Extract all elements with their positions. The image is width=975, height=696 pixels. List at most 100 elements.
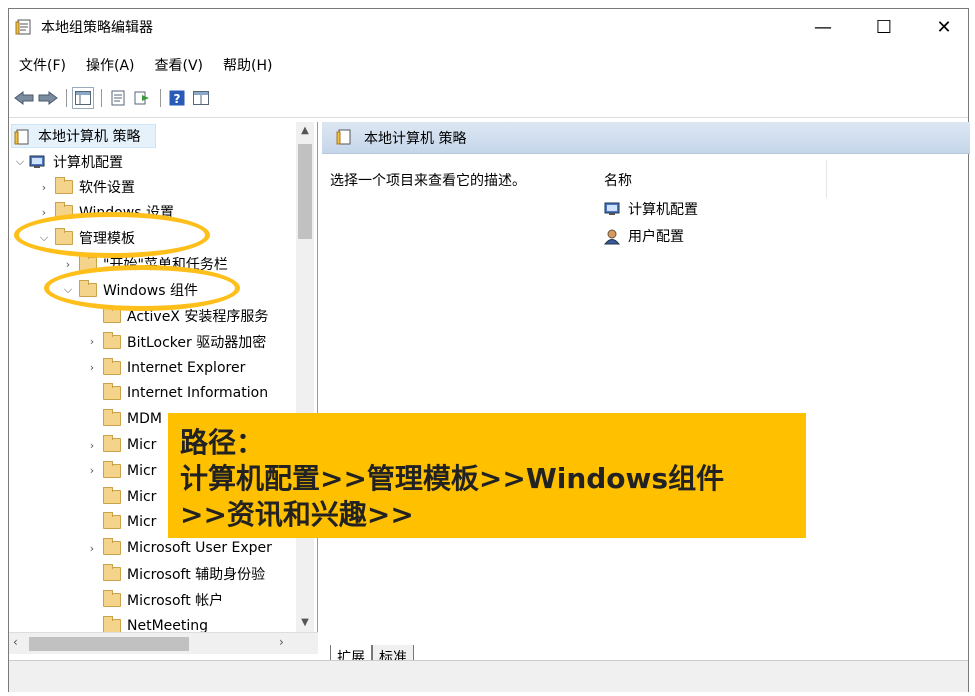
status-bar [9,660,968,692]
scroll-thumb[interactable] [298,144,312,239]
filter-view-icon[interactable] [190,87,212,109]
chevron-down-icon[interactable]: ⌵ [13,155,27,169]
tree-item-component[interactable]: MDM [85,407,162,431]
gpedit-window: 本地组策略编辑器 — ☐ ✕ 文件(F) 操作(A) 查看(V) 帮助(H) ?… [8,8,970,692]
menu-view[interactable]: 查看(V) [145,55,214,75]
callout-line: >>资讯和兴趣>> [180,498,414,531]
tree-label: Microsoft User Exper [127,540,272,557]
list-item-user-config[interactable]: 用户配置 [603,225,684,247]
description-text: 选择一个项目来查看它的描述。 [330,173,526,189]
tree-label: 本地计算机 策略 [38,129,141,145]
toolbar-separator [160,89,161,107]
tree-label: Micr [127,488,157,505]
tree-label: Internet Information [127,385,269,402]
menu-file[interactable]: 文件(F) [9,55,76,75]
tree-vertical-scrollbar[interactable]: ▲ ▼ [296,122,314,632]
help-icon[interactable]: ? [166,87,188,109]
minimize-button[interactable]: — [800,9,846,45]
folder-icon [103,538,121,556]
highlight-ellipse-admin-templates [14,212,210,258]
tree-item-component[interactable]: › Micr [85,433,156,457]
folder-icon [103,409,121,427]
folder-icon [103,383,121,401]
tree-item-component[interactable]: NetMeeting [85,614,208,632]
callout-line: 计算机配置>>管理模板>>Windows组件 [180,462,725,495]
folder-icon [103,486,121,504]
svg-text:?: ? [174,92,181,106]
chevron-right-icon[interactable]: › [85,542,99,555]
tree-item-component[interactable]: Internet Information [85,381,268,405]
toolbar-divider [9,117,968,118]
back-arrow-icon[interactable] [13,87,35,109]
folder-icon [103,564,121,581]
chevron-right-icon[interactable]: › [85,439,99,452]
scroll-right-icon[interactable]: › [279,635,284,649]
tree-pane: 本地计算机 策略 ⌵ 计算机配置 › 软件设置 › Windows 设置 ⌵ 管… [9,122,318,632]
list-item-label: 用户配置 [628,229,684,245]
tree-item-component[interactable]: Micr [85,485,156,509]
export-list-icon[interactable] [131,87,153,109]
tree-item-component[interactable]: › Microsoft User Exper [85,536,272,560]
tree-item-software-settings[interactable]: › 软件设置 [37,175,135,199]
folder-icon [103,460,121,478]
scroll-down-icon[interactable]: ▼ [296,614,314,632]
tree-label: NetMeeting [127,617,209,632]
tree-item-component[interactable]: › Micr [85,459,156,483]
properties-icon[interactable] [107,87,129,109]
tree-item-component[interactable]: Microsoft 帐户 [85,588,223,612]
folder-icon [55,177,73,194]
scroll-left-icon[interactable]: ‹ [13,635,18,649]
user-icon [603,229,622,245]
folder-icon [103,615,121,632]
toolbar: ? [9,85,214,111]
tree-label: Micr [127,514,157,531]
folder-icon [103,435,121,452]
tree-label: Internet Explorer [127,359,246,376]
chevron-right-icon[interactable]: › [61,258,75,271]
tree-label: BitLocker 驱动器加密 [127,334,267,351]
list-item-label: 计算机配置 [628,202,698,218]
tree-label: 软件设置 [79,180,135,196]
folder-icon [103,589,121,607]
tree-label: Microsoft 辅助身份验 [127,567,266,583]
tree-item-component[interactable]: Micr [85,510,156,534]
column-divider[interactable] [826,160,827,198]
tree-horizontal-scrollbar[interactable]: ‹ › [9,632,318,654]
list-item-computer-config[interactable]: 计算机配置 [604,198,698,220]
tree-root-local-policy[interactable]: 本地计算机 策略 [11,124,156,148]
tree-label: Micr [127,437,157,453]
chevron-right-icon[interactable]: › [37,181,51,194]
tree-item-component[interactable]: › BitLocker 驱动器加密 [85,330,266,354]
column-header-name[interactable]: 名称 [604,170,632,190]
highlight-ellipse-windows-components [44,265,240,311]
tree-item-computer-config[interactable]: ⌵ 计算机配置 [13,150,123,174]
maximize-button[interactable]: ☐ [861,9,907,45]
close-button[interactable]: ✕ [921,9,967,45]
details-pane: 本地计算机 策略 选择一个项目来查看它的描述。 名称 计算机配置 用户配置 扩展… [322,122,970,669]
toolbar-separator [66,89,67,107]
forward-arrow-icon[interactable] [37,87,59,109]
tree-label: Microsoft 帐户 [127,592,224,609]
chevron-right-icon[interactable]: › [85,335,99,348]
tree-item-component[interactable]: › Internet Explorer [85,356,245,380]
window-title: 本地组策略编辑器 [41,20,153,36]
folder-icon [103,357,121,375]
title-bar: 本地组策略编辑器 — ☐ ✕ [9,9,968,45]
toolbar-separator [101,89,102,107]
computer-icon [29,155,47,169]
folder-icon [103,512,121,530]
scroll-up-icon[interactable]: ▲ [296,122,314,140]
callout-line: 路径： [180,426,265,459]
tree-item-component[interactable]: Microsoft 辅助身份验 [85,562,265,586]
tree-label: Micr [127,462,157,479]
tree-label: MDM [127,411,162,428]
scroll-thumb[interactable] [29,637,189,651]
folder-icon [103,331,121,349]
policy-doc-icon [336,129,354,147]
menu-help[interactable]: 帮助(H) [213,55,282,75]
menu-action[interactable]: 操作(A) [76,55,145,75]
chevron-right-icon[interactable]: › [85,361,99,374]
chevron-right-icon[interactable]: › [85,464,99,477]
details-header: 本地计算机 策略 [322,122,970,154]
show-hide-tree-icon[interactable] [72,87,94,109]
